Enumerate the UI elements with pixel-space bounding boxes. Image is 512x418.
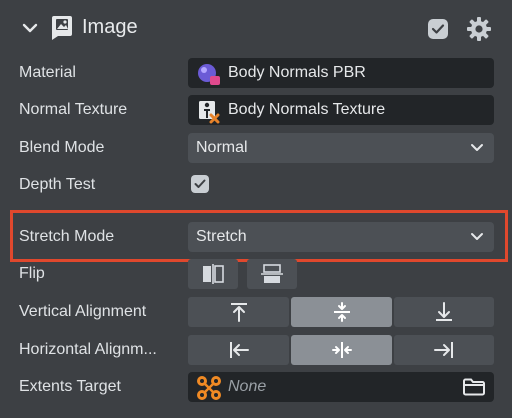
align-top-button[interactable]	[188, 297, 289, 327]
normal-texture-field[interactable]: Body Normals Texture	[188, 95, 494, 125]
align-right-icon	[434, 342, 453, 358]
material-icon	[198, 64, 220, 85]
checkmark-icon	[194, 179, 206, 188]
extents-target-label: Extents Target	[19, 378, 121, 395]
vertical-alignment-label: Vertical Alignment	[19, 303, 147, 320]
flip-vertical-icon	[261, 264, 283, 283]
align-bottom-button[interactable]	[394, 297, 494, 327]
align-left-button[interactable]	[188, 335, 289, 365]
depth-test-checkbox[interactable]	[191, 175, 209, 193]
chevron-down-icon[interactable]	[20, 18, 40, 38]
texture-icon	[199, 101, 220, 124]
component-title: Image	[82, 16, 138, 38]
material-field[interactable]: Body Normals PBR	[188, 58, 494, 88]
material-value: Body Normals PBR	[228, 64, 366, 81]
flip-horizontal-button[interactable]	[188, 259, 238, 289]
checkmark-icon	[431, 24, 445, 34]
highlight-box	[10, 210, 508, 262]
blend-mode-dropdown[interactable]: Normal	[188, 133, 494, 163]
depth-test-label: Depth Test	[19, 176, 96, 193]
image-component-icon	[52, 16, 72, 40]
property-row-extents-target: Extents Target None	[0, 369, 512, 405]
property-row-vertical-alignment: Vertical Alignment	[0, 294, 512, 330]
align-left-icon	[229, 342, 249, 358]
property-row-depth-test: Depth Test	[0, 167, 512, 203]
property-row-flip: Flip	[0, 256, 512, 292]
align-center-vertical-icon	[333, 302, 350, 322]
flip-horizontal-icon	[203, 264, 224, 284]
blend-mode-label: Blend Mode	[19, 139, 105, 156]
gear-icon[interactable]	[465, 15, 493, 43]
align-center-horizontal-button[interactable]	[291, 335, 392, 365]
property-row-horizontal-alignment: Horizontal Alignm...	[0, 332, 512, 368]
inspector-panel: Image Material Body Normals PBR Normal T…	[0, 0, 512, 418]
property-row-material: Material Body Normals PBR	[0, 55, 512, 91]
folder-icon[interactable]	[462, 377, 486, 397]
normal-texture-label: Normal Texture	[19, 101, 128, 118]
extents-target-value: None	[228, 378, 267, 395]
flip-vertical-button[interactable]	[247, 259, 297, 289]
component-enabled-checkbox[interactable]	[428, 19, 448, 39]
blend-mode-value: Normal	[196, 139, 248, 156]
horizontal-alignment-label: Horizontal Alignm...	[19, 341, 157, 358]
extents-icon	[197, 376, 221, 400]
component-header[interactable]: Image	[0, 0, 512, 56]
extents-target-field[interactable]: None	[188, 372, 494, 402]
chevron-down-icon	[471, 144, 483, 151]
align-center-vertical-button[interactable]	[291, 297, 392, 327]
property-row-normal-texture: Normal Texture Body Normals Texture	[0, 92, 512, 128]
align-top-icon	[230, 303, 247, 322]
normal-texture-value: Body Normals Texture	[228, 101, 386, 118]
align-right-button[interactable]	[394, 335, 494, 365]
material-label: Material	[19, 64, 76, 81]
property-row-blend-mode: Blend Mode Normal	[0, 130, 512, 166]
flip-label: Flip	[19, 265, 45, 282]
align-center-horizontal-icon	[331, 342, 352, 358]
align-bottom-icon	[436, 302, 452, 321]
